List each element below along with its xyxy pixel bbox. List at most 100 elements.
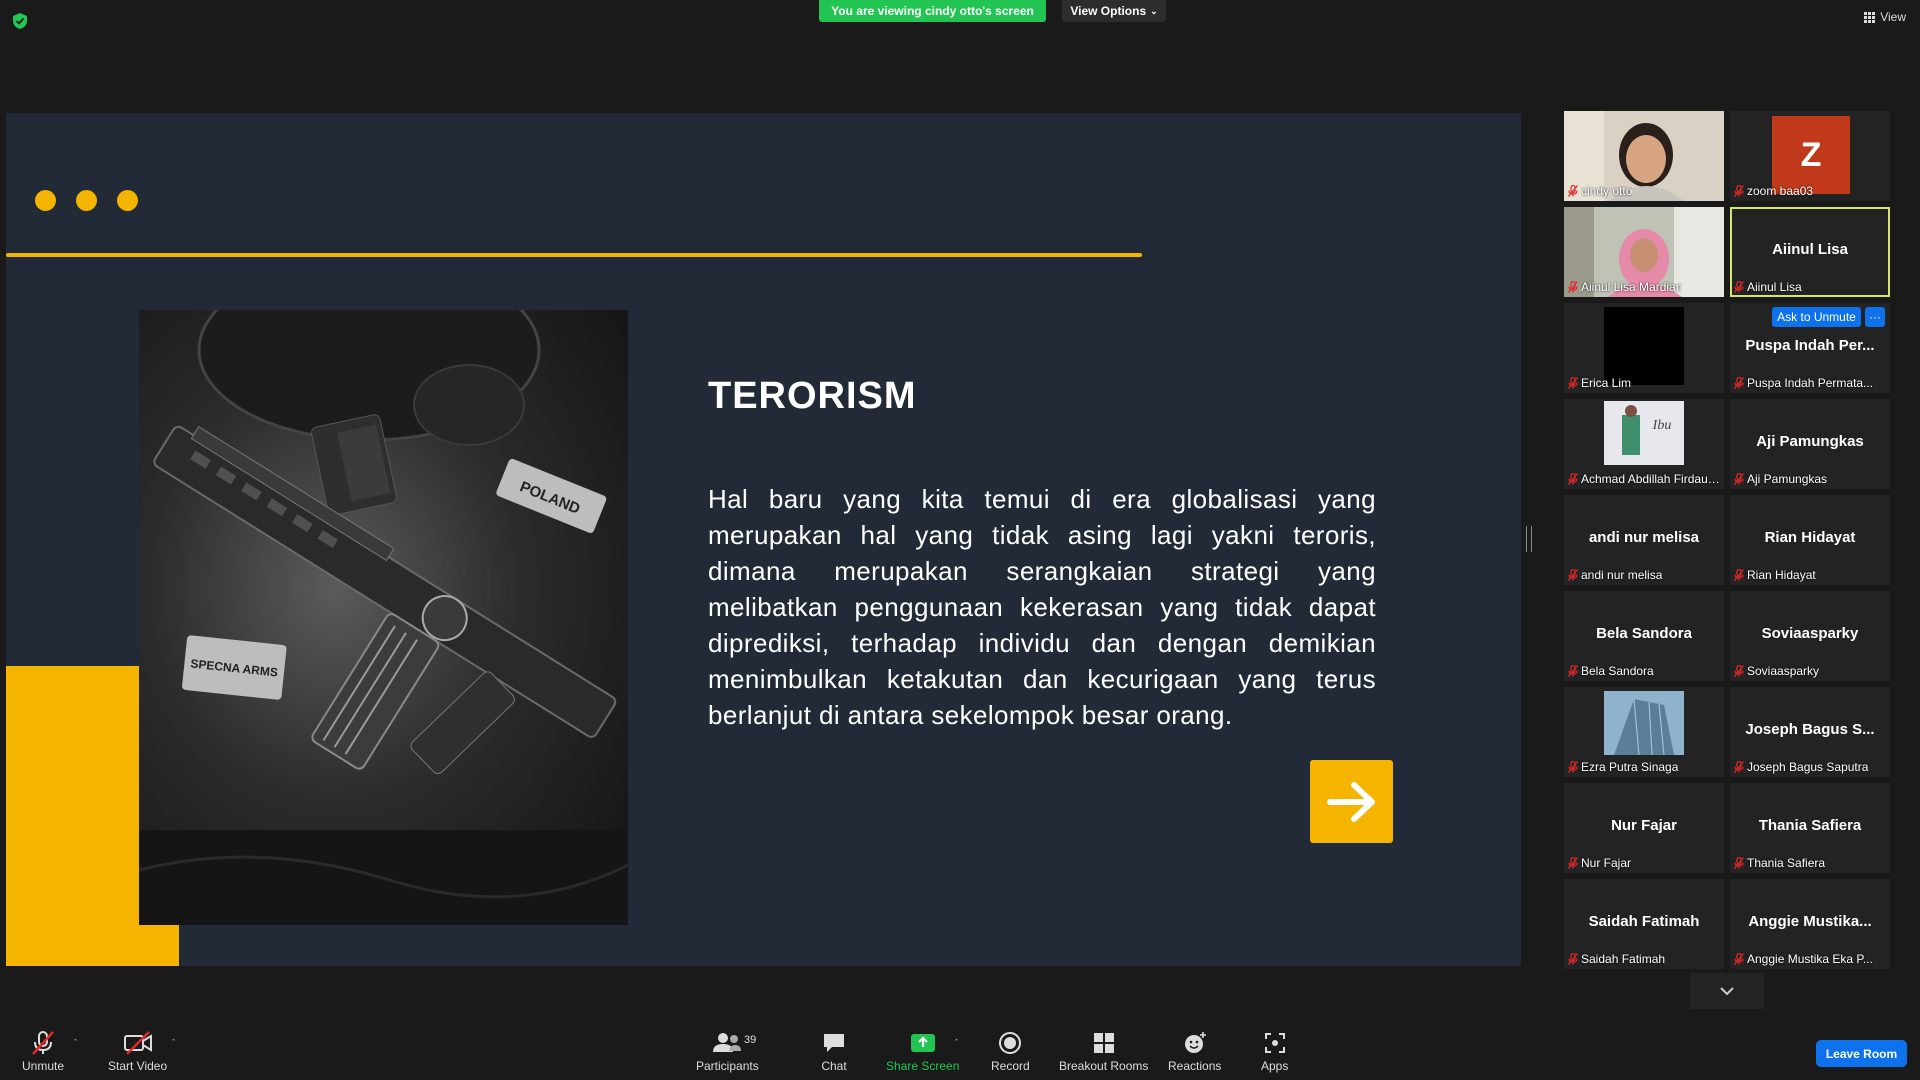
participant-name-label: Erica Lim [1568, 376, 1722, 390]
participant-name-text: Aji Pamungkas [1747, 472, 1828, 486]
participant-name-label: cindy otto [1568, 184, 1722, 198]
participant-tile[interactable]: cindy otto [1564, 111, 1724, 201]
decor-dot [35, 190, 56, 211]
participant-name-label: Aiinul Lisa Mardian [1568, 280, 1722, 294]
participant-name-label: Bela Sandora [1568, 664, 1722, 678]
avatar: Z [1772, 116, 1850, 194]
slide-body-text: Hal baru yang kita temui di era globalis… [708, 484, 1376, 730]
participant-tile[interactable]: Ibu Achmad Abdillah Firdaus... [1564, 399, 1724, 489]
participant-name-text: Rian Hidayat [1747, 568, 1816, 582]
share-screen-label: Share Screen [886, 1059, 960, 1073]
record-button[interactable]: Record [991, 1030, 1030, 1073]
participant-display-name: Joseph Bagus S... [1745, 721, 1875, 738]
apps-button[interactable]: Apps [1261, 1030, 1288, 1073]
participant-tile[interactable]: andi nur melisa andi nur melisa [1564, 495, 1724, 585]
participant-name-text: Aiinul Lisa [1747, 280, 1802, 294]
participant-tile[interactable]: Aiinul Lisa Aiinul Lisa [1730, 207, 1890, 297]
profile-picture [1604, 691, 1684, 755]
slide-title: TERORISM [708, 375, 917, 417]
participant-tile[interactable]: Aiinul Lisa Mardian [1564, 207, 1724, 297]
svg-text:Ibu: Ibu [1652, 418, 1672, 433]
chat-label: Chat [821, 1059, 847, 1073]
start-video-button[interactable]: Start Video [108, 1030, 167, 1073]
share-screen-button[interactable]: Share Screen [886, 1030, 959, 1073]
microphone-muted-icon [1734, 665, 1744, 677]
participant-tile[interactable]: Thania Safiera Thania Safiera [1730, 783, 1890, 873]
participant-name-label: Achmad Abdillah Firdaus... [1568, 472, 1722, 486]
microphone-muted-icon [1568, 857, 1578, 869]
participant-name-text: Joseph Bagus Saputra [1747, 760, 1869, 774]
participant-name-label: Anggie Mustika Eka P... [1734, 952, 1888, 966]
microphone-muted-icon [1734, 761, 1744, 773]
microphone-muted-icon [1734, 473, 1744, 485]
participant-tile[interactable]: Erica Lim [1564, 303, 1724, 393]
viewing-screen-banner: You are viewing cindy otto's screen [819, 0, 1046, 22]
microphone-muted-icon [1734, 377, 1744, 389]
microphone-muted-icon [1734, 281, 1744, 293]
unmute-button[interactable]: Unmute [22, 1030, 64, 1073]
participant-display-name: Aiinul Lisa [1772, 241, 1848, 258]
gallery-scroll-down-button[interactable] [1690, 973, 1764, 1009]
security-shield-icon[interactable] [12, 12, 28, 30]
microphone-muted-icon [1568, 473, 1578, 485]
breakout-rooms-button[interactable]: Breakout Rooms [1059, 1030, 1148, 1073]
participant-tile[interactable]: Soviaasparky Soviaasparky [1730, 591, 1890, 681]
microphone-muted-icon [1568, 569, 1578, 581]
participant-display-name: Puspa Indah Per... [1745, 337, 1875, 354]
participant-tile[interactable]: Joseph Bagus S... Joseph Bagus Saputra [1730, 687, 1890, 777]
participant-name-label: Ezra Putra Sinaga [1568, 760, 1722, 774]
chat-button[interactable]: Chat [821, 1030, 847, 1073]
microphone-muted-icon [1734, 569, 1744, 581]
more-options-button[interactable]: ··· [1865, 307, 1885, 327]
participant-name-label: zoom baa03 [1734, 184, 1888, 198]
participant-name-text: Aiinul Lisa Mardian [1581, 280, 1683, 294]
view-options-button[interactable]: View Options ⌄ [1062, 0, 1166, 22]
microphone-muted-icon [32, 1031, 54, 1055]
participant-name-text: Erica Lim [1581, 376, 1632, 390]
participant-name-text: Saidah Fatimah [1581, 952, 1666, 966]
chevron-down-icon: ⌄ [1150, 5, 1158, 16]
participant-tile[interactable]: Ezra Putra Sinaga [1564, 687, 1724, 777]
participant-tile[interactable]: Nur Fajar Nur Fajar [1564, 783, 1724, 873]
participants-icon [713, 1033, 742, 1052]
participant-tile[interactable]: Anggie Mustika... Anggie Mustika Eka P... [1730, 879, 1890, 969]
panel-resize-handle[interactable] [1526, 526, 1532, 552]
microphone-muted-icon [1568, 377, 1578, 389]
rifle-illustration: POLAND SPECNA ARMS [139, 310, 628, 925]
leave-room-button[interactable]: Leave Room [1816, 1040, 1907, 1067]
audio-options-caret-icon[interactable]: ˆ [74, 1038, 77, 1048]
participant-name-label: Aji Pamungkas [1734, 472, 1888, 486]
microphone-muted-icon [1568, 665, 1578, 677]
chevron-down-icon [1720, 987, 1734, 996]
participant-display-name: andi nur melisa [1588, 529, 1700, 546]
microphone-muted-icon [1734, 185, 1744, 197]
participant-tile[interactable]: Zzoom baa03 [1730, 111, 1890, 201]
profile-picture: Ibu [1604, 401, 1684, 465]
share-screen-icon [910, 1034, 935, 1052]
participant-name-label: andi nur melisa [1568, 568, 1722, 582]
view-button[interactable]: View [1864, 10, 1906, 24]
participant-display-name: Aji Pamungkas [1756, 433, 1864, 450]
participant-tile[interactable]: Bela Sandora Bela Sandora [1564, 591, 1724, 681]
microphone-muted-icon [1734, 953, 1744, 965]
participants-label: Participants [696, 1059, 759, 1073]
reactions-button[interactable]: Reactions [1168, 1030, 1221, 1073]
start-video-label: Start Video [108, 1059, 168, 1073]
participant-display-name: Nur Fajar [1611, 817, 1677, 834]
video-options-caret-icon[interactable]: ˆ [172, 1038, 175, 1048]
share-options-caret-icon[interactable]: ˆ [955, 1038, 958, 1048]
participant-tile[interactable]: Aji Pamungkas Aji Pamungkas [1730, 399, 1890, 489]
participant-display-name: Rian Hidayat [1764, 529, 1856, 546]
participant-display-name: Bela Sandora [1596, 625, 1692, 642]
arrow-right-icon [1326, 781, 1375, 822]
rifle-photo: POLAND SPECNA ARMS [139, 310, 628, 925]
participant-display-name: Saidah Fatimah [1588, 913, 1700, 930]
participant-tile[interactable]: Rian Hidayat Rian Hidayat [1730, 495, 1890, 585]
microphone-muted-icon [1568, 185, 1578, 197]
participant-tile[interactable]: Saidah Fatimah Saidah Fatimah [1564, 879, 1724, 969]
participant-video-black [1604, 307, 1684, 385]
participant-name-text: zoom baa03 [1747, 184, 1814, 198]
record-icon [999, 1032, 1022, 1054]
ask-to-unmute-button[interactable]: Ask to Unmute [1772, 307, 1861, 327]
next-slide-button[interactable] [1310, 760, 1393, 843]
